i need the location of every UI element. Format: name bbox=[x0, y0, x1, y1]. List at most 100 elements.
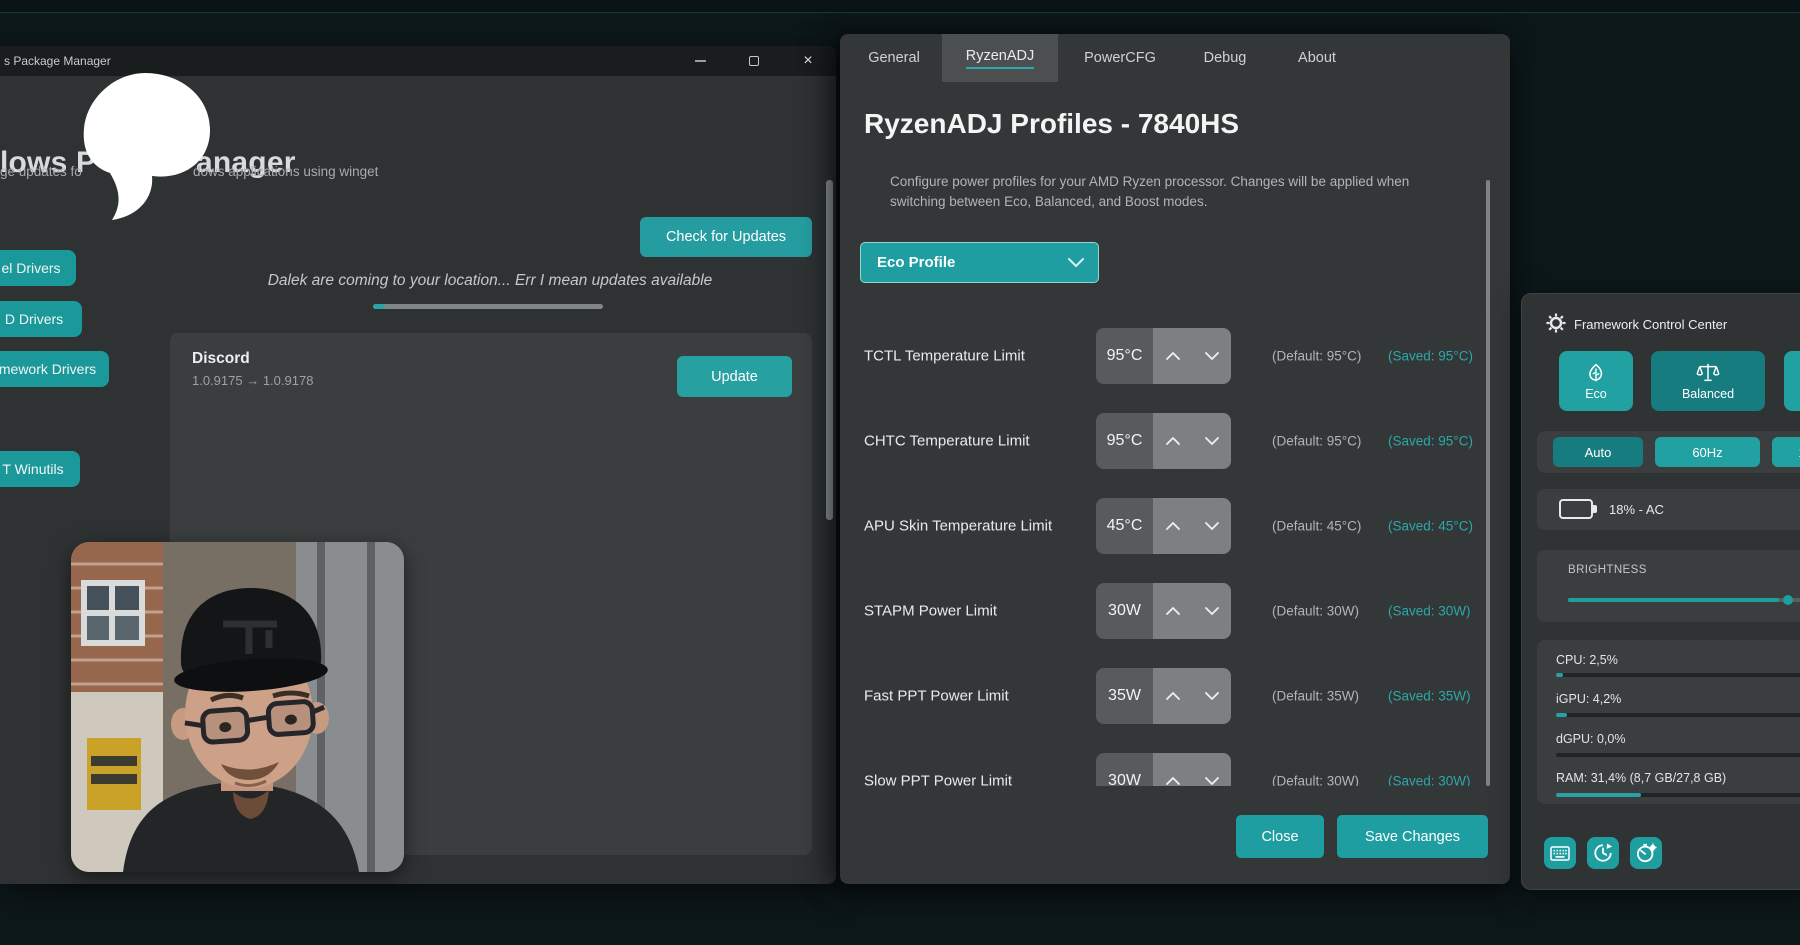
stepper-value: 95°C bbox=[1096, 413, 1153, 469]
section-title: RyzenADJ Profiles - 7840HS bbox=[864, 108, 1239, 140]
increment-button[interactable] bbox=[1153, 668, 1192, 724]
chevron-up-icon bbox=[1166, 437, 1180, 445]
system-stats-card: CPU: 2,5% iGPU: 4,2% dGPU: 0,0% RAM: 31,… bbox=[1537, 640, 1800, 804]
brightness-label: BRIGHTNESS bbox=[1568, 564, 1647, 576]
decrement-button[interactable] bbox=[1192, 668, 1231, 724]
fan-tuning-button[interactable] bbox=[1630, 837, 1662, 869]
brightness-card: BRIGHTNESS bbox=[1537, 550, 1800, 622]
maximize-button[interactable] bbox=[737, 46, 771, 76]
page-subtitle-fragment-right: dows applications using winget bbox=[193, 164, 378, 179]
profile-select[interactable]: Eco Profile bbox=[860, 242, 1099, 283]
fast-ppt-stepper: 35W bbox=[1096, 668, 1231, 724]
default-value-text: (Default: 95°C) bbox=[1272, 349, 1361, 364]
decrement-button[interactable] bbox=[1192, 328, 1231, 384]
framework-drivers-button[interactable]: mework Drivers bbox=[0, 351, 109, 387]
saved-value-text: (Saved: 30W) bbox=[1388, 774, 1471, 787]
app-name: Discord bbox=[192, 350, 250, 368]
chevron-down-icon bbox=[1205, 692, 1219, 700]
default-value-text: (Default: 30W) bbox=[1272, 604, 1359, 619]
default-value-text: (Default: 95°C) bbox=[1272, 434, 1361, 449]
panel-title: Framework Control Center bbox=[1574, 317, 1727, 332]
increment-button[interactable] bbox=[1153, 583, 1192, 639]
minimize-icon bbox=[695, 60, 706, 62]
saved-value-text: (Saved: 45°C) bbox=[1388, 519, 1473, 534]
decrement-button[interactable] bbox=[1192, 753, 1231, 786]
setting-row-chtc: CHTC Temperature Limit 95°C (Default: 95… bbox=[864, 413, 1490, 469]
default-value-text: (Default: 35W) bbox=[1272, 689, 1359, 704]
keyboard-icon bbox=[1550, 846, 1570, 861]
setting-row-tctl: TCTL Temperature Limit 95°C (Default: 95… bbox=[864, 328, 1490, 384]
close-button[interactable]: × bbox=[791, 46, 825, 76]
tctl-stepper: 95°C bbox=[1096, 328, 1231, 384]
increment-button[interactable] bbox=[1153, 753, 1192, 786]
battery-status-text: 18% - AC bbox=[1609, 502, 1664, 517]
slow-ppt-stepper: 30W bbox=[1096, 753, 1231, 786]
app-version-change: 1.0.9175 → 1.0.9178 bbox=[192, 373, 313, 388]
decrement-button[interactable] bbox=[1192, 413, 1231, 469]
update-progress-fill bbox=[373, 304, 385, 309]
amd-drivers-button[interactable]: D Drivers bbox=[0, 301, 82, 337]
decrement-button[interactable] bbox=[1192, 498, 1231, 554]
intel-drivers-button[interactable]: el Drivers bbox=[0, 250, 76, 286]
gear-icon bbox=[1546, 313, 1566, 333]
save-changes-button[interactable]: Save Changes bbox=[1337, 815, 1488, 858]
refresh-rate-auto-button[interactable]: Auto bbox=[1553, 437, 1643, 467]
close-dialog-button[interactable]: Close bbox=[1236, 815, 1324, 858]
update-progress-bar bbox=[373, 304, 603, 309]
ryzenadj-scroll-area: RyzenADJ Profiles - 7840HS Configure pow… bbox=[840, 34, 1510, 786]
scales-icon bbox=[1696, 362, 1720, 384]
brightness-slider-handle[interactable] bbox=[1783, 595, 1793, 605]
desktop: s Package Manager × lows P anager ge upd… bbox=[0, 0, 1800, 945]
white-blob-overlay bbox=[70, 68, 220, 223]
mode-button-balanced[interactable]: Balanced bbox=[1651, 351, 1765, 411]
refresh-rate-60hz-button[interactable]: 60Hz bbox=[1655, 437, 1760, 467]
chtc-stepper: 95°C bbox=[1096, 413, 1231, 469]
profile-select-value: Eco Profile bbox=[877, 254, 1068, 271]
mode-button-boost-partial[interactable] bbox=[1784, 351, 1800, 411]
chevron-up-icon bbox=[1166, 777, 1180, 785]
history-refresh-button[interactable] bbox=[1587, 837, 1619, 869]
setting-row-fast-ppt: Fast PPT Power Limit 35W (Default: 35W) … bbox=[864, 668, 1490, 724]
stepper-value: 45°C bbox=[1096, 498, 1153, 554]
mode-button-eco[interactable]: Eco bbox=[1559, 351, 1633, 411]
chevron-up-icon bbox=[1166, 522, 1180, 530]
battery-icon bbox=[1559, 499, 1593, 519]
chevron-up-icon bbox=[1166, 607, 1180, 615]
ryzenadj-window: General RyzenADJ PowerCFG Debug About Ry… bbox=[840, 34, 1510, 884]
brightness-fill bbox=[1568, 598, 1779, 602]
increment-button[interactable] bbox=[1153, 498, 1192, 554]
decrement-button[interactable] bbox=[1192, 583, 1231, 639]
winutils-button[interactable]: T Winutils bbox=[0, 451, 80, 487]
scrollbar[interactable] bbox=[1486, 180, 1490, 786]
stepper-value: 35W bbox=[1096, 668, 1153, 724]
chevron-down-icon bbox=[1205, 437, 1219, 445]
scrollbar-thumb[interactable] bbox=[826, 180, 833, 520]
igpu-usage-bar bbox=[1556, 713, 1800, 717]
leaf-icon bbox=[1585, 362, 1607, 384]
default-value-text: (Default: 45°C) bbox=[1272, 519, 1361, 534]
apu-skin-stepper: 45°C bbox=[1096, 498, 1231, 554]
ram-usage-text: RAM: 31,4% (8,7 GB/27,8 GB) bbox=[1556, 771, 1726, 785]
dgpu-usage-text: dGPU: 0,0% bbox=[1556, 732, 1625, 746]
keyboard-settings-button[interactable] bbox=[1544, 837, 1576, 869]
saved-value-text: (Saved: 30W) bbox=[1388, 604, 1471, 619]
close-icon: × bbox=[803, 53, 812, 69]
increment-button[interactable] bbox=[1153, 413, 1192, 469]
chevron-down-icon bbox=[1205, 777, 1219, 785]
gauge-gear-icon bbox=[1636, 843, 1657, 863]
background-top-strip bbox=[0, 0, 1800, 13]
webcam-overlay bbox=[71, 542, 404, 872]
clock-refresh-icon bbox=[1593, 843, 1613, 863]
check-for-updates-button[interactable]: Check for Updates bbox=[640, 217, 812, 257]
stepper-value: 95°C bbox=[1096, 328, 1153, 384]
minimize-button[interactable] bbox=[683, 46, 717, 76]
chevron-down-icon bbox=[1205, 522, 1219, 530]
refresh-rate-partial-button[interactable]: 1 bbox=[1772, 437, 1800, 467]
brightness-slider[interactable] bbox=[1568, 598, 1800, 602]
refresh-rate-group: Auto 60Hz 1 bbox=[1537, 431, 1800, 473]
framework-control-center-panel: Framework Control Center Eco Balanc bbox=[1521, 293, 1800, 890]
igpu-usage-text: iGPU: 4,2% bbox=[1556, 692, 1621, 706]
update-button[interactable]: Update bbox=[677, 356, 792, 397]
increment-button[interactable] bbox=[1153, 328, 1192, 384]
maximize-icon bbox=[749, 56, 759, 66]
